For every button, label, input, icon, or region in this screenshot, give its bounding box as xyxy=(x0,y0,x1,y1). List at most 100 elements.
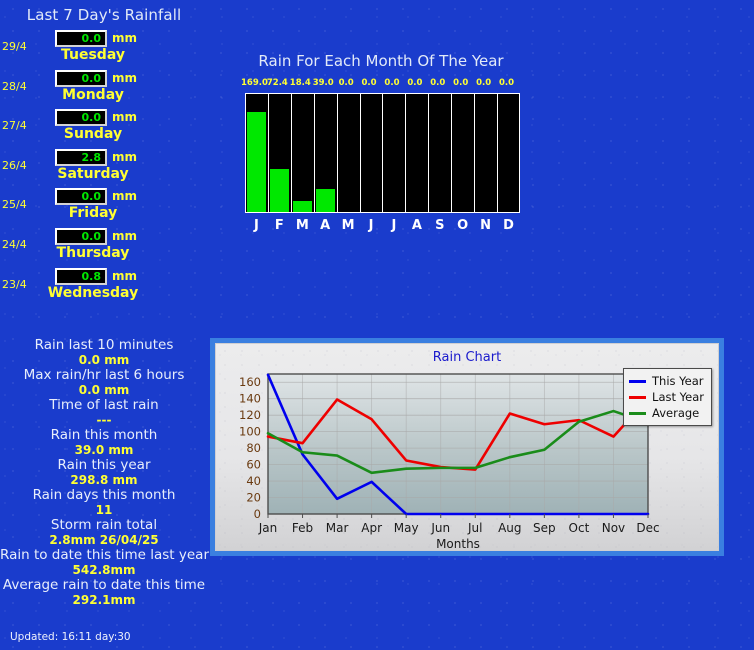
monthly-bar-cell xyxy=(475,94,499,212)
day-name: Friday xyxy=(68,205,118,222)
monthly-bar-cell xyxy=(292,94,315,212)
monthly-axis-label: J xyxy=(391,218,397,233)
x-axis-tick-label: Apr xyxy=(361,521,382,535)
x-axis-tick-label: Mar xyxy=(326,521,349,535)
stat-label: Max rain/hr last 6 hours xyxy=(23,367,185,383)
legend-label: Average xyxy=(652,406,700,420)
rainfall-value: 2.8 xyxy=(81,150,102,164)
x-axis-tick-label: May xyxy=(394,521,419,535)
stat-value: 2.8mm 26/04/25 xyxy=(49,533,159,547)
stat-label: Rain days this month xyxy=(32,487,176,503)
y-axis-tick-label: 140 xyxy=(239,392,261,406)
stat-item: Rain last 10 minutes 0.0 mm xyxy=(0,338,208,368)
monthly-bar-cell xyxy=(246,94,269,212)
day-name: Saturday xyxy=(57,165,129,182)
monthly-axis-label: A xyxy=(411,218,422,233)
monthly-axis-label: D xyxy=(503,218,514,233)
day-name: Sunday xyxy=(63,126,123,143)
y-axis-tick-label: 160 xyxy=(239,375,261,389)
y-axis-tick-label: 40 xyxy=(246,474,261,488)
y-axis-tick-label: 120 xyxy=(239,408,261,422)
monthly-chart-title: Rain For Each Month Of The Year xyxy=(258,52,504,70)
y-axis-tick-label: 100 xyxy=(239,425,261,439)
x-axis-tick-label: Oct xyxy=(569,521,590,535)
rainfall-lcd-display: 0.0 xyxy=(55,109,107,127)
unit-label: mm xyxy=(112,70,138,85)
day-row: 26/4 2.8 mm Saturday xyxy=(0,148,208,188)
rainfall-value: 0.0 xyxy=(81,190,102,204)
monthly-rain-bar-chart: Rain For Each Month Of The Year 169.0 72.… xyxy=(235,52,527,242)
rain-chart-panel: Rain Chart 0 20 40 60 80 100 120 140 160 Jan Feb Ma… xyxy=(210,338,724,556)
day-row: 29/4 0.0 mm Tuesday xyxy=(0,30,208,69)
updated-timestamp: Updated: 16:11 day:30 xyxy=(10,631,131,643)
x-axis-tick-label: Sep xyxy=(533,521,556,535)
y-axis-tick-label: 0 xyxy=(254,507,261,521)
monthly-bar-cell xyxy=(269,94,292,212)
x-axis-tick-label: Nov xyxy=(602,521,625,535)
legend-item: This Year xyxy=(629,373,704,389)
stat-label: Rain this year xyxy=(57,457,151,473)
stat-value: --- xyxy=(96,413,112,427)
stat-item: Rain to date this time last year 542.8mm xyxy=(0,547,210,578)
rainfall-lcd-display: 0.0 xyxy=(55,30,107,47)
monthly-axis-label: M xyxy=(341,218,355,233)
legend-item: Average xyxy=(629,405,704,421)
stat-item: Rain this month 39.0 mm xyxy=(0,428,208,458)
x-axis-tick-label: Jul xyxy=(467,521,482,535)
stat-label: Average rain to date this time xyxy=(2,577,206,593)
stat-value: 11 xyxy=(95,503,113,517)
stat-label: Rain last 10 minutes xyxy=(34,337,174,353)
x-axis-tick-label: Dec xyxy=(636,521,659,535)
day-name: Monday xyxy=(62,86,124,103)
unit-label: mm xyxy=(112,149,138,164)
stat-value: 542.8mm xyxy=(72,563,136,577)
monthly-axis-labels: JFMAMJJASOND xyxy=(245,218,520,234)
unit-label: mm xyxy=(112,110,138,125)
rainfall-lcd-display: 2.8 xyxy=(55,148,107,166)
rain-chart-inner: Rain Chart 0 20 40 60 80 100 120 140 160 Jan Feb Ma… xyxy=(215,343,719,551)
y-axis-tick-label: 60 xyxy=(246,458,261,472)
monthly-value-label: 0.0 xyxy=(499,78,515,88)
unit-label: mm xyxy=(112,229,138,243)
rainfall-lcd-display: 0.8 xyxy=(55,267,107,285)
monthly-axis-label: N xyxy=(480,218,492,233)
legend-color-swatch xyxy=(629,379,647,383)
legend-label: Last Year xyxy=(652,390,704,404)
day-row: 24/4 0.0 mm Thursday xyxy=(0,228,208,267)
stat-label: Rain this month xyxy=(50,427,158,443)
day-name: Wednesday xyxy=(47,284,139,301)
legend-item: Last Year xyxy=(629,389,704,405)
x-axis-tick-label: Aug xyxy=(498,521,521,535)
monthly-bars-plot-area xyxy=(245,93,520,213)
rain-statistics-list: Rain last 10 minutes 0.0 mm Max rain/hr la… xyxy=(0,338,210,608)
stat-value: 298.8 mm xyxy=(70,473,138,487)
day-name: Tuesday xyxy=(61,47,125,63)
rainfall-value: 0.0 xyxy=(81,111,102,125)
monthly-bar-fill xyxy=(247,112,266,212)
unit-label: mm xyxy=(112,268,138,283)
stat-label: Storm rain total xyxy=(50,517,158,533)
stat-label: Rain to date this time last year xyxy=(0,547,210,563)
stat-value: 0.0 mm xyxy=(78,353,130,367)
monthly-bar-cell xyxy=(384,94,407,212)
monthly-bar-cell xyxy=(406,94,430,212)
monthly-bar-cell xyxy=(361,94,384,212)
monthly-bar-fill xyxy=(269,169,289,212)
dashboard-root: Last 7 Day's Rainfall 29/4 0.0 mm Tuesday 28… xyxy=(0,0,754,650)
legend-color-swatch xyxy=(629,395,647,399)
legend-color-swatch xyxy=(629,411,647,415)
stat-item: Storm rain total 2.8mm 26/04/25 xyxy=(0,518,208,548)
unit-label: mm xyxy=(112,189,138,204)
rainfall-value: 0.0 xyxy=(81,32,102,45)
x-axis-tick-label: Feb xyxy=(292,521,313,535)
y-axis-tick-label: 20 xyxy=(246,491,261,505)
rainfall-value: 0.8 xyxy=(81,269,102,283)
plot-background xyxy=(268,374,648,514)
rainfall-value: 0.0 xyxy=(81,71,102,85)
rainfall-lcd-display: 0.0 xyxy=(55,228,107,245)
stat-value: 0.0 mm xyxy=(78,383,130,397)
monthly-bar-cell xyxy=(338,94,361,212)
monthly-axis-label: F xyxy=(274,218,284,233)
monthly-axis-label: M xyxy=(295,218,309,233)
day-row: 28/4 0.0 mm Monday xyxy=(0,69,208,109)
